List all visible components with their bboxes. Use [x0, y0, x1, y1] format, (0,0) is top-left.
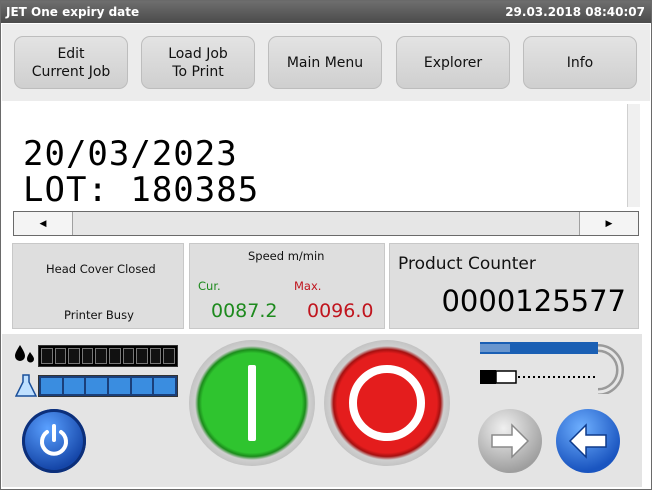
preview-side-strip	[627, 104, 640, 207]
solvent-level-bar	[38, 375, 178, 397]
title-bar: JET One expiry date 29.03.2018 08:40:07	[1, 1, 651, 23]
ink-drop-icon	[14, 344, 36, 370]
ink-level-bar	[38, 345, 178, 367]
info-button[interactable]: Info	[523, 36, 637, 89]
scroll-track[interactable]	[72, 212, 580, 235]
scroll-right-icon[interactable]: ▶	[580, 212, 638, 235]
status-row: Head Cover Closed Printer Busy Speed m/m…	[2, 240, 650, 332]
back-arrow-icon	[568, 423, 608, 463]
counter-label: Product Counter	[398, 254, 536, 274]
nav-bar: Edit Current Job Load Job To Print Main …	[2, 24, 650, 101]
printhead-icon	[478, 340, 626, 398]
edit-current-job-button[interactable]: Edit Current Job	[14, 36, 128, 89]
start-icon	[248, 365, 256, 441]
start-button[interactable]	[189, 340, 315, 466]
window-title: JET One expiry date	[6, 5, 140, 19]
speed-cur-value: 0087.2	[211, 300, 278, 322]
scroll-left-icon[interactable]: ◀	[14, 212, 72, 235]
stop-button[interactable]	[324, 340, 450, 466]
product-counter-panel: Product Counter 0000125577	[389, 243, 639, 329]
head-cover-status: Head Cover Closed	[46, 262, 156, 276]
speed-panel: Speed m/min Cur. Max. 0087.2 0096.0	[189, 243, 385, 329]
app-window: JET One expiry date 29.03.2018 08:40:07 …	[0, 0, 652, 490]
solvent-flask-icon	[14, 374, 38, 402]
speed-max-label: Max.	[294, 279, 322, 293]
speed-max-value: 0096.0	[307, 300, 374, 322]
load-job-button[interactable]: Load Job To Print	[141, 36, 255, 89]
preview-scrollbar[interactable]: ◀ ▶	[13, 211, 639, 236]
preview-lot-line: LOT: 180385	[23, 170, 260, 210]
speed-cur-label: Cur.	[198, 279, 221, 293]
forward-arrow-icon	[490, 423, 530, 463]
speed-label: Speed m/min	[248, 249, 325, 263]
back-button[interactable]	[556, 409, 620, 473]
stop-icon	[349, 365, 425, 441]
printer-status-panel: Head Cover Closed Printer Busy	[12, 243, 184, 329]
control-row	[2, 334, 642, 487]
counter-value: 0000125577	[441, 284, 626, 318]
date-time: 29.03.2018 08:40:07	[505, 5, 645, 19]
explorer-button[interactable]: Explorer	[396, 36, 510, 89]
forward-button[interactable]	[478, 409, 542, 473]
power-button[interactable]	[22, 409, 86, 473]
main-menu-button[interactable]: Main Menu	[268, 36, 382, 89]
preview-date-line: 20/03/2023	[23, 134, 238, 174]
power-icon	[36, 423, 72, 463]
print-preview: 20/03/2023 LOT: 180385	[13, 104, 627, 210]
printer-busy-status: Printer Busy	[64, 308, 134, 322]
